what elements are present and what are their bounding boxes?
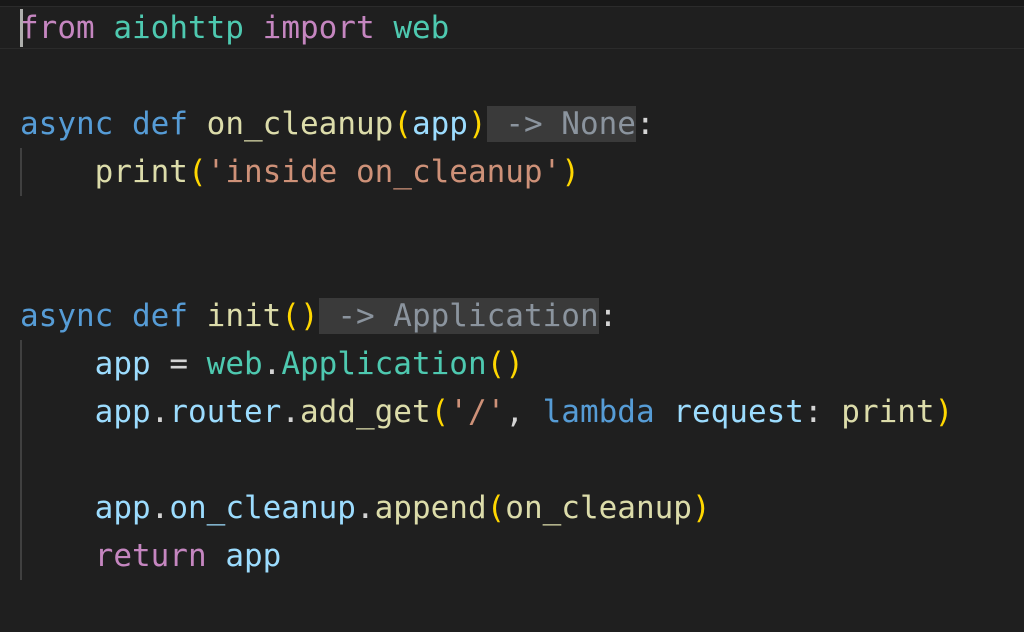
code-line-1[interactable]: from aiohttp import web [20, 4, 449, 52]
lambda-param: request [673, 394, 804, 430]
code-line-7[interactable]: async def init() -> Application: [20, 292, 617, 340]
keyword-def: def [132, 106, 188, 142]
dot: . [150, 394, 170, 430]
parameter: app [411, 106, 468, 142]
function-ref: print [841, 394, 935, 430]
keyword-from: from [20, 10, 95, 46]
parens: () [486, 346, 524, 382]
method-name: append [374, 490, 487, 526]
parens: () [281, 298, 319, 334]
string-literal: '/' [449, 394, 506, 430]
code-line-3[interactable]: async def on_cleanup(app) -> None: [20, 100, 655, 148]
keyword-import: import [262, 10, 375, 46]
open-paren: ( [486, 490, 506, 526]
code-line-12[interactable]: return app [20, 532, 282, 580]
colon: : [635, 106, 655, 142]
dot: . [150, 490, 170, 526]
imported-name: web [393, 10, 450, 46]
open-paren: ( [393, 106, 412, 142]
string-literal: 'inside on_cleanup' [206, 154, 562, 190]
dot: . [281, 394, 300, 430]
comma: , [505, 394, 543, 430]
code-editor[interactable]: from aiohttp import web async def on_cle… [0, 0, 1024, 632]
assign-operator: = [150, 346, 207, 382]
variable: app [225, 538, 282, 574]
function-name: init [206, 298, 282, 334]
code-line-9[interactable]: app.router.add_get('/', lambda request: … [20, 388, 954, 436]
keyword-lambda: lambda [542, 394, 655, 430]
close-paren: ) [467, 106, 487, 142]
code-line-11[interactable]: app.on_cleanup.append(on_cleanup) [20, 484, 711, 532]
colon: : [598, 298, 618, 334]
class-name: Application [281, 346, 487, 382]
module-name: aiohttp [113, 10, 244, 46]
text-cursor [20, 9, 23, 47]
code-line-8[interactable]: app = web.Application() [20, 340, 524, 388]
dot: . [262, 346, 282, 382]
inlay-hint-return-type: -> Application [318, 298, 599, 334]
close-paren: ) [934, 394, 954, 430]
open-paren: ( [187, 154, 207, 190]
code-line-4[interactable]: print('inside on_cleanup') [20, 148, 580, 196]
keyword-def: def [132, 298, 188, 334]
open-paren: ( [430, 394, 450, 430]
keyword-return: return [94, 538, 207, 574]
keyword-async: async [20, 106, 114, 142]
attribute: router [169, 394, 282, 430]
function-call: print [94, 154, 188, 190]
variable: app [94, 346, 151, 382]
close-paren: ) [691, 490, 711, 526]
function-name: on_cleanup [206, 106, 394, 142]
attribute: on_cleanup [169, 490, 356, 526]
keyword-async: async [20, 298, 114, 334]
close-paren: ) [561, 154, 580, 190]
colon: : [803, 394, 842, 430]
dot: . [355, 490, 375, 526]
variable: app [94, 394, 151, 430]
argument: on_cleanup [505, 490, 692, 526]
inlay-hint-return-type: -> None [486, 106, 636, 142]
module-name: web [206, 346, 263, 382]
variable: app [94, 490, 151, 526]
method-name: add_get [299, 394, 431, 430]
